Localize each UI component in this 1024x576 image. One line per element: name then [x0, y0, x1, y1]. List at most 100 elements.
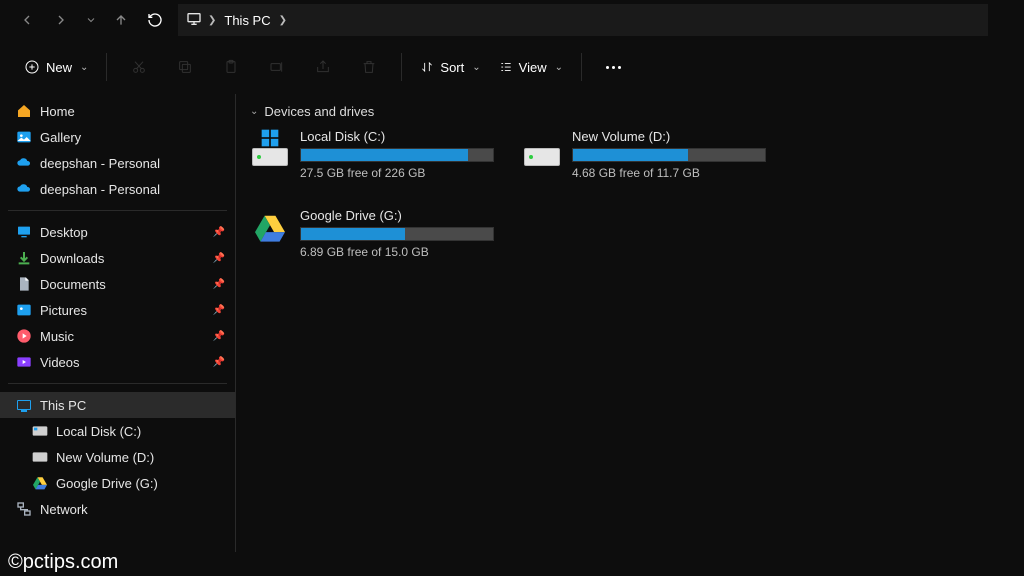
sidebar-item-label: Network — [40, 502, 225, 517]
sidebar-item-label: Desktop — [40, 225, 205, 240]
drive-free-text: 6.89 GB free of 15.0 GB — [300, 245, 494, 259]
windows-drive-icon — [250, 129, 290, 169]
onedrive-icon — [16, 181, 32, 197]
sidebar-item-videos[interactable]: Videos 📌 — [0, 349, 235, 375]
sidebar-item-pictures[interactable]: Pictures 📌 — [0, 297, 235, 323]
sidebar: Home Gallery deepshan - Personal deepsha… — [0, 94, 236, 552]
sidebar-item-this-pc[interactable]: This PC — [0, 392, 235, 418]
divider — [106, 53, 107, 81]
sidebar-item-google-drive[interactable]: Google Drive (G:) — [0, 470, 235, 496]
desktop-icon — [16, 224, 32, 240]
sidebar-item-network[interactable]: Network — [0, 496, 235, 522]
chevron-down-icon: ⌄ — [250, 106, 258, 117]
section-title: Devices and drives — [264, 104, 374, 119]
pin-icon: 📌 — [213, 279, 225, 290]
copy-button[interactable] — [165, 49, 205, 85]
divider — [8, 383, 227, 384]
chevron-down-icon: ⌄ — [80, 62, 88, 73]
back-button[interactable] — [10, 4, 44, 36]
downloads-icon — [16, 250, 32, 266]
chevron-right-icon: ❯ — [273, 15, 293, 26]
new-button[interactable]: New ⌄ — [18, 49, 94, 85]
section-header-devices[interactable]: ⌄ Devices and drives — [250, 104, 1010, 119]
delete-button[interactable] — [349, 49, 389, 85]
sidebar-item-label: Google Drive (G:) — [56, 476, 225, 491]
divider — [581, 53, 582, 81]
sidebar-item-label: Gallery — [40, 130, 225, 145]
drive-used-fill — [301, 228, 405, 240]
sidebar-item-documents[interactable]: Documents 📌 — [0, 271, 235, 297]
hdd-icon — [522, 129, 562, 169]
pc-icon — [16, 397, 32, 413]
drive-name: New Volume (D:) — [572, 129, 766, 144]
drive-capacity-bar — [572, 148, 766, 162]
chevron-right-icon: ❯ — [202, 15, 222, 26]
sidebar-item-label: New Volume (D:) — [56, 450, 225, 465]
pin-icon: 📌 — [213, 305, 225, 316]
rename-button[interactable] — [257, 49, 297, 85]
sidebar-item-label: This PC — [40, 398, 225, 413]
sidebar-item-onedrive-2[interactable]: deepshan - Personal — [0, 176, 235, 202]
sidebar-item-onedrive-1[interactable]: deepshan - Personal — [0, 150, 235, 176]
recent-locations-button[interactable] — [78, 4, 104, 36]
sidebar-item-home[interactable]: Home — [0, 98, 235, 124]
sort-button[interactable]: Sort ⌄ — [414, 49, 486, 85]
drive-item-c[interactable]: Local Disk (C:) 27.5 GB free of 226 GB — [250, 129, 494, 180]
content-pane: ⌄ Devices and drives Local Disk (C:) — [236, 94, 1024, 552]
sidebar-item-label: Pictures — [40, 303, 205, 318]
gdrive-icon — [250, 208, 290, 248]
sidebar-item-label: deepshan - Personal — [40, 182, 225, 197]
home-icon — [16, 103, 32, 119]
paste-button[interactable] — [211, 49, 251, 85]
sidebar-item-label: Documents — [40, 277, 205, 292]
chevron-down-icon: ⌄ — [555, 62, 563, 73]
drive-free-text: 27.5 GB free of 226 GB — [300, 166, 494, 180]
refresh-button[interactable] — [138, 4, 172, 36]
sidebar-item-label: Videos — [40, 355, 205, 370]
forward-button[interactable] — [44, 4, 78, 36]
share-button[interactable] — [303, 49, 343, 85]
drive-name: Local Disk (C:) — [300, 129, 494, 144]
sidebar-item-label: Downloads — [40, 251, 205, 266]
commandbar: New ⌄ Sort ⌄ View ⌄ — [0, 40, 1024, 94]
cut-button[interactable] — [119, 49, 159, 85]
drive-item-g[interactable]: Google Drive (G:) 6.89 GB free of 15.0 G… — [250, 208, 494, 259]
gdrive-icon — [32, 475, 48, 491]
sidebar-item-label: Home — [40, 104, 225, 119]
drive-used-fill — [301, 149, 468, 161]
new-button-label: New — [46, 60, 72, 75]
sort-button-label: Sort — [440, 60, 464, 75]
music-icon — [16, 328, 32, 344]
addressbar: ❯ This PC ❯ — [0, 0, 1024, 40]
view-button-label: View — [519, 60, 547, 75]
up-button[interactable] — [104, 4, 138, 36]
drive-item-d[interactable]: New Volume (D:) 4.68 GB free of 11.7 GB — [522, 129, 766, 180]
monitor-icon — [186, 11, 202, 30]
sidebar-item-desktop[interactable]: Desktop 📌 — [0, 219, 235, 245]
more-icon — [606, 66, 621, 69]
sidebar-item-music[interactable]: Music 📌 — [0, 323, 235, 349]
sidebar-item-label: Local Disk (C:) — [56, 424, 225, 439]
sidebar-item-gallery[interactable]: Gallery — [0, 124, 235, 150]
sidebar-item-label: Music — [40, 329, 205, 344]
videos-icon — [16, 354, 32, 370]
pictures-icon — [16, 302, 32, 318]
breadcrumb-this-pc[interactable]: This PC — [222, 13, 272, 28]
breadcrumb[interactable]: ❯ This PC ❯ — [178, 4, 988, 36]
drive-capacity-bar — [300, 227, 494, 241]
sidebar-item-new-volume[interactable]: New Volume (D:) — [0, 444, 235, 470]
watermark: ©pctips.com — [8, 551, 118, 574]
pin-icon: 📌 — [213, 357, 225, 368]
documents-icon — [16, 276, 32, 292]
drive-name: Google Drive (G:) — [300, 208, 494, 223]
sidebar-item-downloads[interactable]: Downloads 📌 — [0, 245, 235, 271]
sidebar-item-label: deepshan - Personal — [40, 156, 225, 171]
drive-free-text: 4.68 GB free of 11.7 GB — [572, 166, 766, 180]
drive-icon — [32, 423, 48, 439]
view-button[interactable]: View ⌄ — [493, 49, 569, 85]
onedrive-icon — [16, 155, 32, 171]
more-button[interactable] — [594, 49, 634, 85]
sidebar-item-local-disk[interactable]: Local Disk (C:) — [0, 418, 235, 444]
drive-used-fill — [573, 149, 688, 161]
pin-icon: 📌 — [213, 331, 225, 342]
